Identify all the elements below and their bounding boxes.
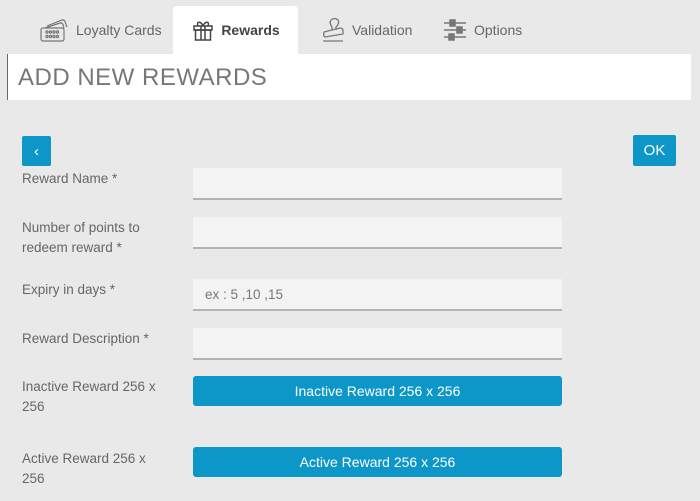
sliders-icon: [442, 18, 468, 42]
description-input[interactable]: [193, 328, 562, 360]
tab-validation[interactable]: Validation: [308, 6, 424, 54]
page-header: ADD NEW REWARDS: [7, 54, 691, 100]
reward-name-label: Reward Name *: [22, 171, 118, 186]
page-title: ADD NEW REWARDS: [18, 64, 268, 91]
inactive-image-label: Inactive Reward 256 x 256: [22, 379, 156, 414]
chevron-left-icon: ‹: [34, 142, 39, 160]
tab-label: Loyalty Cards: [76, 22, 162, 38]
stamp-icon: [320, 16, 346, 44]
tab-options[interactable]: Options: [430, 6, 534, 54]
active-image-label: Active Reward 256 x 256: [22, 451, 146, 486]
ok-button[interactable]: OK: [633, 135, 676, 166]
expiry-label: Expiry in days *: [22, 282, 116, 297]
tab-label: Options: [474, 22, 523, 38]
inactive-image-upload-button[interactable]: Inactive Reward 256 x 256: [193, 376, 562, 406]
tab-rewards[interactable]: Rewards: [173, 6, 298, 54]
gift-icon: [191, 18, 215, 42]
loyalty-cards-icon: [38, 17, 70, 43]
tab-label: Rewards: [221, 22, 280, 38]
tab-loyalty-cards[interactable]: Loyalty Cards: [26, 6, 174, 54]
tab-label: Validation: [352, 22, 413, 38]
expiry-input[interactable]: [193, 279, 562, 311]
back-button[interactable]: ‹: [22, 136, 51, 166]
tab-bar: Loyalty Cards Rewards Validation Options: [0, 0, 700, 54]
description-label: Reward Description *: [22, 331, 149, 346]
reward-name-input[interactable]: [193, 168, 562, 200]
points-input[interactable]: [193, 217, 562, 249]
active-image-upload-button[interactable]: Active Reward 256 x 256: [193, 447, 562, 477]
points-label: Number of points to redeem reward *: [22, 220, 140, 255]
